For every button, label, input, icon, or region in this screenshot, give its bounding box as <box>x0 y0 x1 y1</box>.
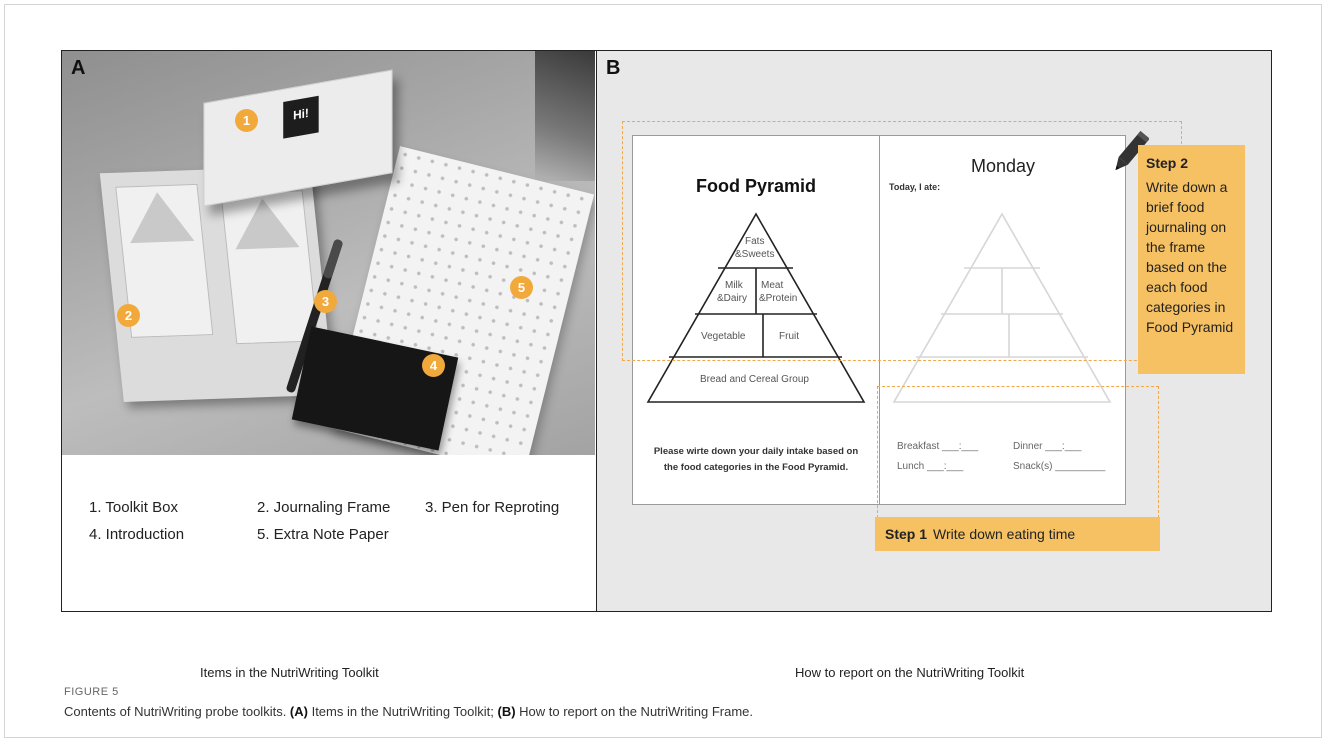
caption-b-ref: (B) <box>497 704 516 719</box>
step1-callout: Step 1 Write down eating time <box>875 517 1160 551</box>
journaling-frame-right-page <box>220 190 319 345</box>
legend-item-3: 3. Pen for Reproting <box>425 499 560 516</box>
figure-label: FIGURE 5 <box>64 686 119 698</box>
toolkit-photo: Hi! 1 2 3 4 5 <box>62 51 595 455</box>
figure-5: Hi! 1 2 3 4 5 A 1. Toolkit Box 2. Journa… <box>61 50 1272 612</box>
toolkit-legend: 1. Toolkit Box 2. Journaling Frame 3. Pe… <box>62 455 595 611</box>
mini-pyramid <box>230 197 300 250</box>
panel-b-caption: How to report on the NutriWriting Toolki… <box>795 665 1025 680</box>
panel-b-letter: B <box>606 57 621 79</box>
caption-start: Contents of NutriWriting probe toolkits. <box>64 704 290 719</box>
box-label: Hi! <box>283 95 319 139</box>
tier-bread: Bread and Cereal Group <box>700 374 809 385</box>
panel-a-caption: Items in the NutriWriting Toolkit <box>200 665 379 680</box>
figure-caption: Contents of NutriWriting probe toolkits.… <box>64 704 753 719</box>
instruction-line-1: Please wirte down your daily intake base… <box>653 446 859 457</box>
step1-text: Write down eating time <box>933 526 1076 542</box>
panel-a: Hi! 1 2 3 4 5 A 1. Toolkit Box 2. Journa… <box>62 51 597 611</box>
step1-label: Step 1 <box>885 526 928 542</box>
mini-pyramid <box>125 191 195 244</box>
badge-5: 5 <box>510 276 533 299</box>
step2-text: Write down a brief food journaling on th… <box>1146 179 1234 335</box>
badge-4: 4 <box>422 354 445 377</box>
pen-cap <box>322 238 344 280</box>
badge-3: 3 <box>314 290 337 313</box>
caption-a-ref: (A) <box>289 704 308 719</box>
step1-highlight <box>877 386 1159 518</box>
photo-shadow <box>535 51 595 181</box>
legend-item-4: 4. Introduction <box>89 526 185 543</box>
food-pyramid-instruction: Please wirte down your daily intake base… <box>645 444 867 476</box>
panel-a-letter: A <box>71 57 86 79</box>
legend-item-2: 2. Journaling Frame <box>257 499 391 516</box>
step2-title: Step 2 <box>1146 155 1189 171</box>
panel-b: B Food Pyramid Fats &Sweets Milk &Dairy <box>597 51 1271 611</box>
step2-highlight <box>622 121 1182 361</box>
legend-item-1: 1. Toolkit Box <box>89 499 178 516</box>
legend-item-5: 5. Extra Note Paper <box>257 526 389 543</box>
step2-callout: Step 2 Write down a brief food journalin… <box>1138 145 1245 374</box>
badge-2: 2 <box>117 304 140 327</box>
instruction-line-2: the food categories in the Food Pyramid. <box>663 462 849 473</box>
toolkit-box: Hi! <box>203 69 393 207</box>
caption-a-text: Items in the NutriWriting Toolkit; <box>307 704 498 719</box>
badge-1: 1 <box>235 109 258 132</box>
caption-b-text: How to report on the NutriWriting Frame. <box>515 704 753 719</box>
